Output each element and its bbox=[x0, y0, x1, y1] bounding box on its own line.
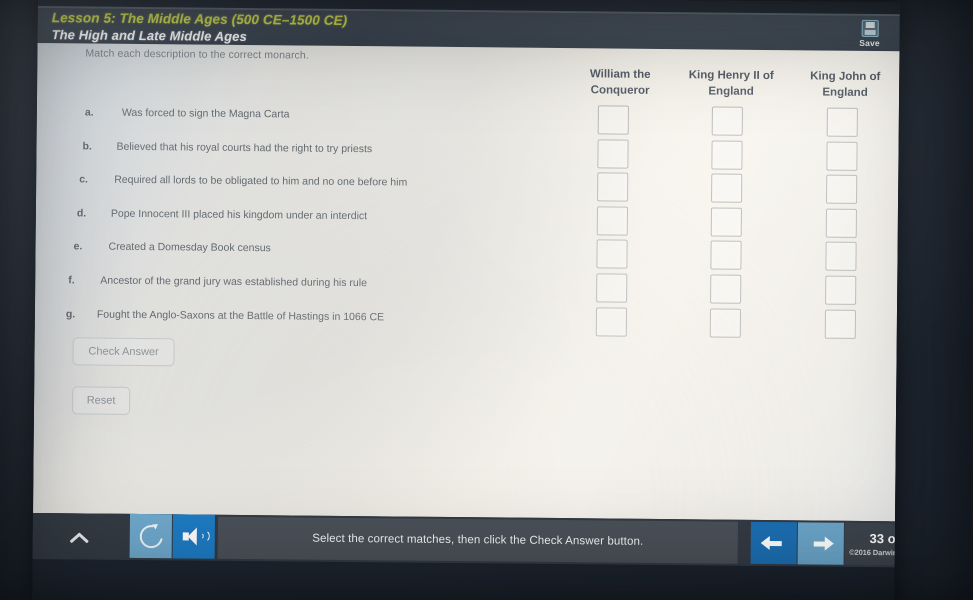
arrow-left-icon bbox=[760, 535, 787, 551]
checkbox-row-e-col-1[interactable] bbox=[596, 239, 628, 270]
checkbox-row-c-col-3[interactable] bbox=[826, 174, 858, 205]
worksheet-page: Match each description to the correct mo… bbox=[33, 42, 900, 522]
row-letter: a. bbox=[84, 106, 94, 119]
page-counter-text: 33 of 77 bbox=[869, 531, 900, 547]
row-letter: g. bbox=[65, 307, 76, 320]
row-letter: d. bbox=[76, 207, 87, 220]
checkbox-row-g-col-3[interactable] bbox=[824, 309, 857, 339]
floppy-disk-icon bbox=[861, 19, 879, 38]
row-description: Was forced to sign the Magna Carta bbox=[121, 106, 290, 121]
checkbox-row-a-col-3[interactable] bbox=[826, 107, 858, 137]
checkbox-row-b-col-3[interactable] bbox=[826, 141, 858, 171]
check-answer-button[interactable]: Check Answer bbox=[72, 337, 175, 367]
checkbox-row-b-col-2[interactable] bbox=[711, 140, 743, 170]
column-header-line-1: King Henry II of bbox=[688, 69, 774, 83]
arrow-right-icon bbox=[808, 536, 834, 551]
row-description: Ancestor of the grand jury was establish… bbox=[100, 274, 368, 290]
checkbox-row-g-col-1[interactable] bbox=[595, 306, 628, 337]
column-header-king-john: King John of England bbox=[789, 68, 900, 101]
refresh-icon bbox=[134, 520, 167, 553]
checkbox-row-e-col-2[interactable] bbox=[710, 240, 742, 271]
save-button-label: Save bbox=[859, 37, 880, 49]
checkbox-row-f-col-3[interactable] bbox=[825, 275, 857, 305]
speaker-icon bbox=[182, 527, 210, 546]
status-bar: Select the correct matches, then click t… bbox=[217, 516, 738, 564]
match-rows: a. Was forced to sign the Magna Carta b.… bbox=[35, 99, 899, 342]
row-letter: f. bbox=[68, 274, 75, 287]
lesson-subtitle: The High and Late Middle Ages bbox=[51, 27, 247, 45]
photo-of-screen: Lesson 5: The Middle Ages (500 CE–1500 C… bbox=[0, 0, 973, 600]
row-description: Fought the Anglo-Saxons at the Battle of… bbox=[96, 308, 385, 323]
checkbox-row-f-col-2[interactable] bbox=[710, 274, 742, 304]
column-header-line-1: King John of bbox=[810, 70, 881, 84]
previous-page-button[interactable] bbox=[750, 521, 797, 565]
checkbox-row-c-col-2[interactable] bbox=[711, 173, 743, 203]
column-header-line-1: William the bbox=[589, 68, 651, 81]
column-header-line-2: England bbox=[822, 86, 868, 99]
save-button[interactable]: Save bbox=[849, 16, 889, 52]
checkbox-row-a-col-2[interactable] bbox=[711, 106, 743, 136]
status-text: Select the correct matches, then click t… bbox=[312, 532, 644, 548]
column-header-line-2: Conqueror bbox=[590, 84, 650, 97]
checkbox-row-e-col-3[interactable] bbox=[825, 241, 857, 272]
column-header-king-henry-ii: King Henry II of England bbox=[675, 67, 787, 100]
chevron-up-icon[interactable] bbox=[69, 525, 91, 547]
row-description: Required all lords to be obligated to hi… bbox=[114, 173, 408, 189]
row-letter: e. bbox=[73, 240, 83, 253]
reset-button[interactable]: Reset bbox=[71, 386, 131, 415]
replay-button[interactable] bbox=[129, 513, 173, 559]
checkbox-row-d-col-2[interactable] bbox=[710, 207, 742, 237]
page-counter: 33 of 77 ©2016 Darwin Global LLC bbox=[844, 522, 900, 566]
bottom-toolbar: Select the correct matches, then click t… bbox=[32, 512, 900, 568]
checkbox-row-b-col-1[interactable] bbox=[597, 138, 629, 169]
row-description: Created a Domesday Book census bbox=[108, 241, 271, 255]
next-page-button[interactable] bbox=[797, 522, 844, 565]
column-header-line-2: England bbox=[708, 85, 754, 98]
checkbox-row-d-col-3[interactable] bbox=[825, 208, 857, 238]
audio-button[interactable] bbox=[172, 514, 216, 559]
checkbox-row-d-col-1[interactable] bbox=[596, 206, 628, 236]
checkbox-row-c-col-1[interactable] bbox=[597, 172, 629, 202]
copyright-text: ©2016 Darwin Global LLC bbox=[849, 547, 900, 558]
column-header-william-the-conqueror: William the Conqueror bbox=[564, 66, 676, 99]
row-letter: c. bbox=[79, 173, 89, 186]
row-letter: b. bbox=[82, 140, 92, 153]
checkbox-row-f-col-1[interactable] bbox=[596, 273, 628, 303]
row-description: Believed that his royal courts had the r… bbox=[116, 140, 373, 155]
table-row: g. Fought the Anglo-Saxons at the Battle… bbox=[35, 301, 897, 343]
checkbox-row-g-col-2[interactable] bbox=[709, 308, 742, 338]
lesson-title: Lesson 5: The Middle Ages (500 CE–1500 C… bbox=[51, 10, 348, 28]
application-screen: Lesson 5: The Middle Ages (500 CE–1500 C… bbox=[32, 0, 900, 600]
instruction-text: Match each description to the correct mo… bbox=[85, 47, 309, 62]
checkbox-row-a-col-1[interactable] bbox=[597, 105, 629, 135]
row-description: Pope Innocent III placed his kingdom und… bbox=[110, 207, 368, 222]
